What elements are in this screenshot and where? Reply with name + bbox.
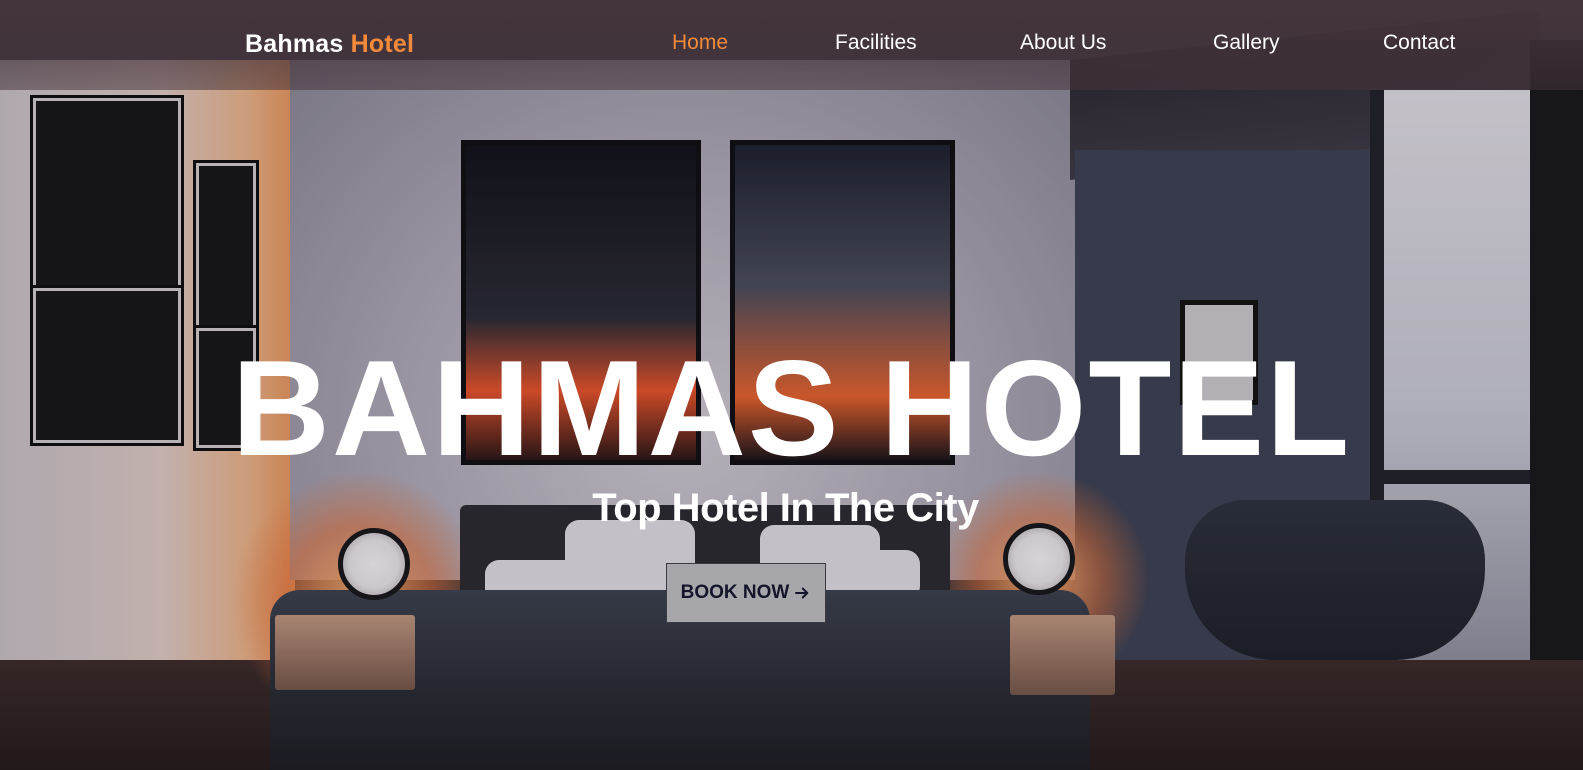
book-now-label: BOOK NOW — [680, 582, 790, 603]
book-now-button[interactable]: BOOK NOW — [666, 563, 826, 623]
nav-contact[interactable]: Contact — [1383, 31, 1455, 55]
nav-about-us[interactable]: About Us — [1020, 31, 1106, 55]
brand-accent: Hotel — [350, 30, 415, 58]
brand-name: Bahmas — [245, 30, 344, 58]
arrow-right-icon — [795, 587, 809, 599]
site-header: Bahmas Hotel Home Facilities About Us Ga… — [0, 0, 1583, 90]
nav-facilities[interactable]: Facilities — [835, 31, 917, 55]
hero-subtitle: Top Hotel In The City — [592, 486, 979, 530]
brand-logo[interactable]: Bahmas Hotel — [245, 30, 414, 59]
hero-title: BAHMAS HOTEL — [231, 332, 1352, 484]
nav-home[interactable]: Home — [672, 31, 728, 55]
nav-gallery[interactable]: Gallery — [1213, 31, 1280, 55]
